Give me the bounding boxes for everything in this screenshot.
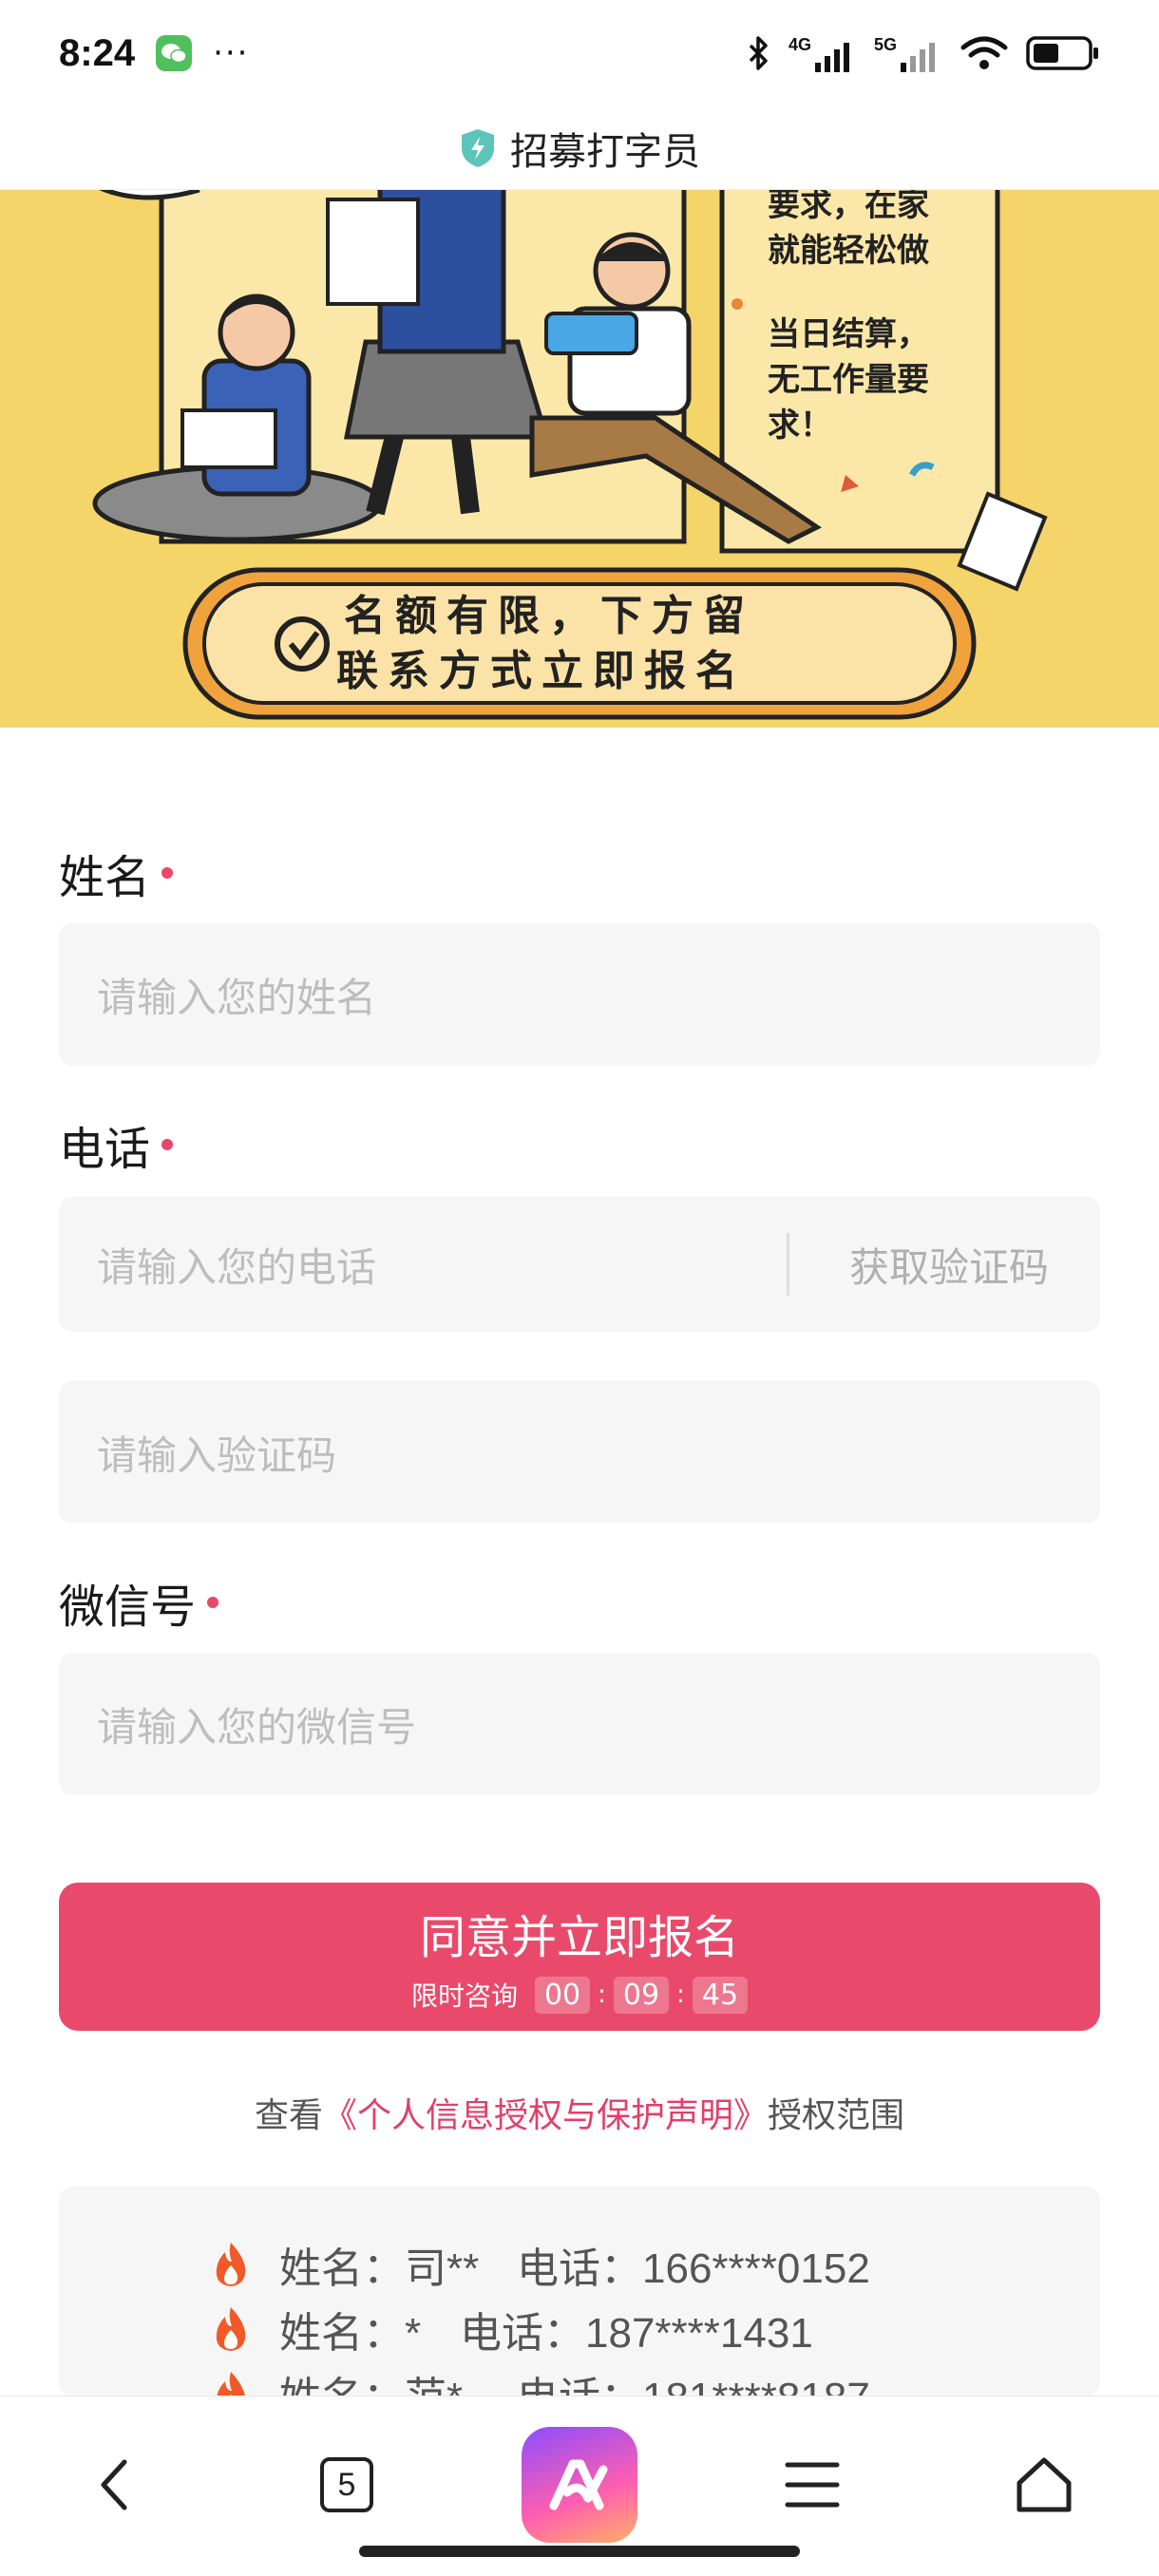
privacy-statement-link[interactable]: 《个人信息授权与保护声明》 <box>323 2096 768 2135</box>
banner-text-line: 求！ <box>768 407 832 445</box>
record-name: 姓名：范* <box>279 2363 488 2396</box>
list-item: 姓名：* 电话：187****1431 <box>211 2299 813 2359</box>
verification-code-input[interactable]: 请输入验证码 <box>59 1381 1100 1524</box>
consent-suffix: 授权范围 <box>768 2096 905 2135</box>
tabs-count: 5 <box>337 2466 356 2503</box>
phone-label-text: 电话 <box>59 1123 151 1176</box>
chevron-left-icon <box>101 2459 127 2510</box>
banner-text-line: 无工作量要 <box>768 361 929 399</box>
fire-icon <box>216 2307 246 2351</box>
wechat-icon <box>156 35 193 71</box>
banner-ribbon-text: 名额有限，下方留 联系方式立即报名 <box>336 589 754 699</box>
wechat-placeholder: 请输入您的微信号 <box>97 1703 417 1751</box>
page-header: 招募打字员 <box>0 106 1159 190</box>
record-phone: 电话：166****0152 <box>517 2245 870 2292</box>
required-dot <box>162 867 174 879</box>
required-dot <box>207 1597 219 1608</box>
signal-bars-icon <box>814 42 849 72</box>
get-code-button[interactable]: 获取验证码 <box>849 1197 1049 1332</box>
menu-button[interactable] <box>760 2423 864 2547</box>
status-right: 4G 5G <box>747 34 1100 72</box>
status-time: 8:24 <box>59 31 136 74</box>
name-label-text: 姓名 <box>59 851 151 904</box>
wechat-label: 微信号 <box>59 1569 219 1636</box>
countdown-seconds: 45 <box>692 1976 749 2014</box>
signal-4g: 4G <box>788 35 857 72</box>
fire-icon <box>217 2372 245 2396</box>
more-dots-icon: ··· <box>213 34 250 72</box>
assistant-logo-icon <box>522 2427 637 2543</box>
wechat-input[interactable]: 请输入您的微信号 <box>59 1653 1100 1795</box>
recruitment-banner: 要求，在家 就能轻松做 当日结算， 无工作量要 求！ 名额有限，下方留 联系方式… <box>0 190 1159 728</box>
banner-text-line: 当日结算， <box>768 315 929 353</box>
back-button[interactable] <box>61 2423 165 2547</box>
consent-prefix: 查看 <box>254 2096 323 2135</box>
required-dot <box>162 1139 174 1150</box>
name-label: 姓名 <box>59 840 174 906</box>
shield-bolt-icon <box>462 128 494 167</box>
menu-icon <box>785 2462 840 2508</box>
ribbon-line-2: 联系方式立即报名 <box>336 647 747 695</box>
home-indicator[interactable] <box>359 2546 800 2557</box>
ribbon-line-1: 名额有限，下方留 <box>344 592 754 640</box>
fire-icon <box>216 2243 246 2286</box>
wifi-icon <box>960 36 1008 69</box>
bluetooth-icon <box>749 36 768 70</box>
phone-input[interactable]: 请输入您的电话 获取验证码 <box>59 1197 1100 1332</box>
banner-text-top: 要求，在家 就能轻松做 <box>768 190 929 274</box>
countdown-separator: : <box>598 1980 606 2009</box>
battery-icon <box>1026 36 1098 70</box>
countdown: 限时咨询 00 : 09 : 45 <box>410 1976 749 2014</box>
assistant-button[interactable] <box>521 2423 638 2547</box>
banner-text-bottom: 当日结算， 无工作量要 求！ <box>768 312 929 448</box>
signup-records-list: 姓名：司** 电话：166****0152 姓名：* 电话：187****143… <box>59 2187 1100 2396</box>
list-item: 姓名：范* 电话：181****8187 <box>211 2363 870 2396</box>
record-name: 姓名：* <box>279 2310 422 2357</box>
submit-label: 同意并立即报名 <box>419 1911 739 1964</box>
phone-label: 电话 <box>59 1111 174 1178</box>
signal-bars-icon <box>901 42 935 72</box>
list-item: 姓名：司** 电话：166****0152 <box>211 2234 870 2295</box>
tabs-button[interactable]: 5 <box>294 2423 399 2547</box>
banner-text-line: 要求，在家 <box>768 190 929 224</box>
home-button[interactable] <box>992 2423 1096 2547</box>
record-name: 姓名：司** <box>279 2245 480 2292</box>
home-icon <box>1016 2457 1072 2512</box>
countdown-minutes: 09 <box>613 1976 670 2014</box>
name-input[interactable]: 请输入您的姓名 <box>59 923 1100 1066</box>
tabs-count-icon: 5 <box>320 2457 373 2512</box>
status-bar: 8:24 ··· 4G 5G <box>0 0 1159 106</box>
page-title: 招募打字员 <box>510 129 700 174</box>
countdown-label: 限时咨询 <box>410 1980 518 2012</box>
countdown-hours: 00 <box>534 1976 591 2014</box>
countdown-separator: : <box>676 1980 685 2009</box>
record-phone: 电话：187****1431 <box>460 2310 813 2357</box>
input-divider <box>787 1233 789 1296</box>
signal-5g: 5G <box>874 35 942 72</box>
phone-placeholder: 请输入您的电话 <box>97 1243 377 1291</box>
record-phone: 电话：181****8187 <box>517 2363 870 2396</box>
submit-button[interactable]: 同意并立即报名 限时咨询 00 : 09 : 45 <box>59 1883 1100 2031</box>
consent-text: 查看《个人信息授权与保护声明》授权范围 <box>59 2088 1100 2137</box>
wechat-label-text: 微信号 <box>59 1581 197 1634</box>
status-left: 8:24 ··· <box>59 32 250 75</box>
code-placeholder: 请输入验证码 <box>97 1431 337 1479</box>
name-placeholder: 请输入您的姓名 <box>97 974 377 1021</box>
banner-text-line: 就能轻松做 <box>768 232 929 270</box>
